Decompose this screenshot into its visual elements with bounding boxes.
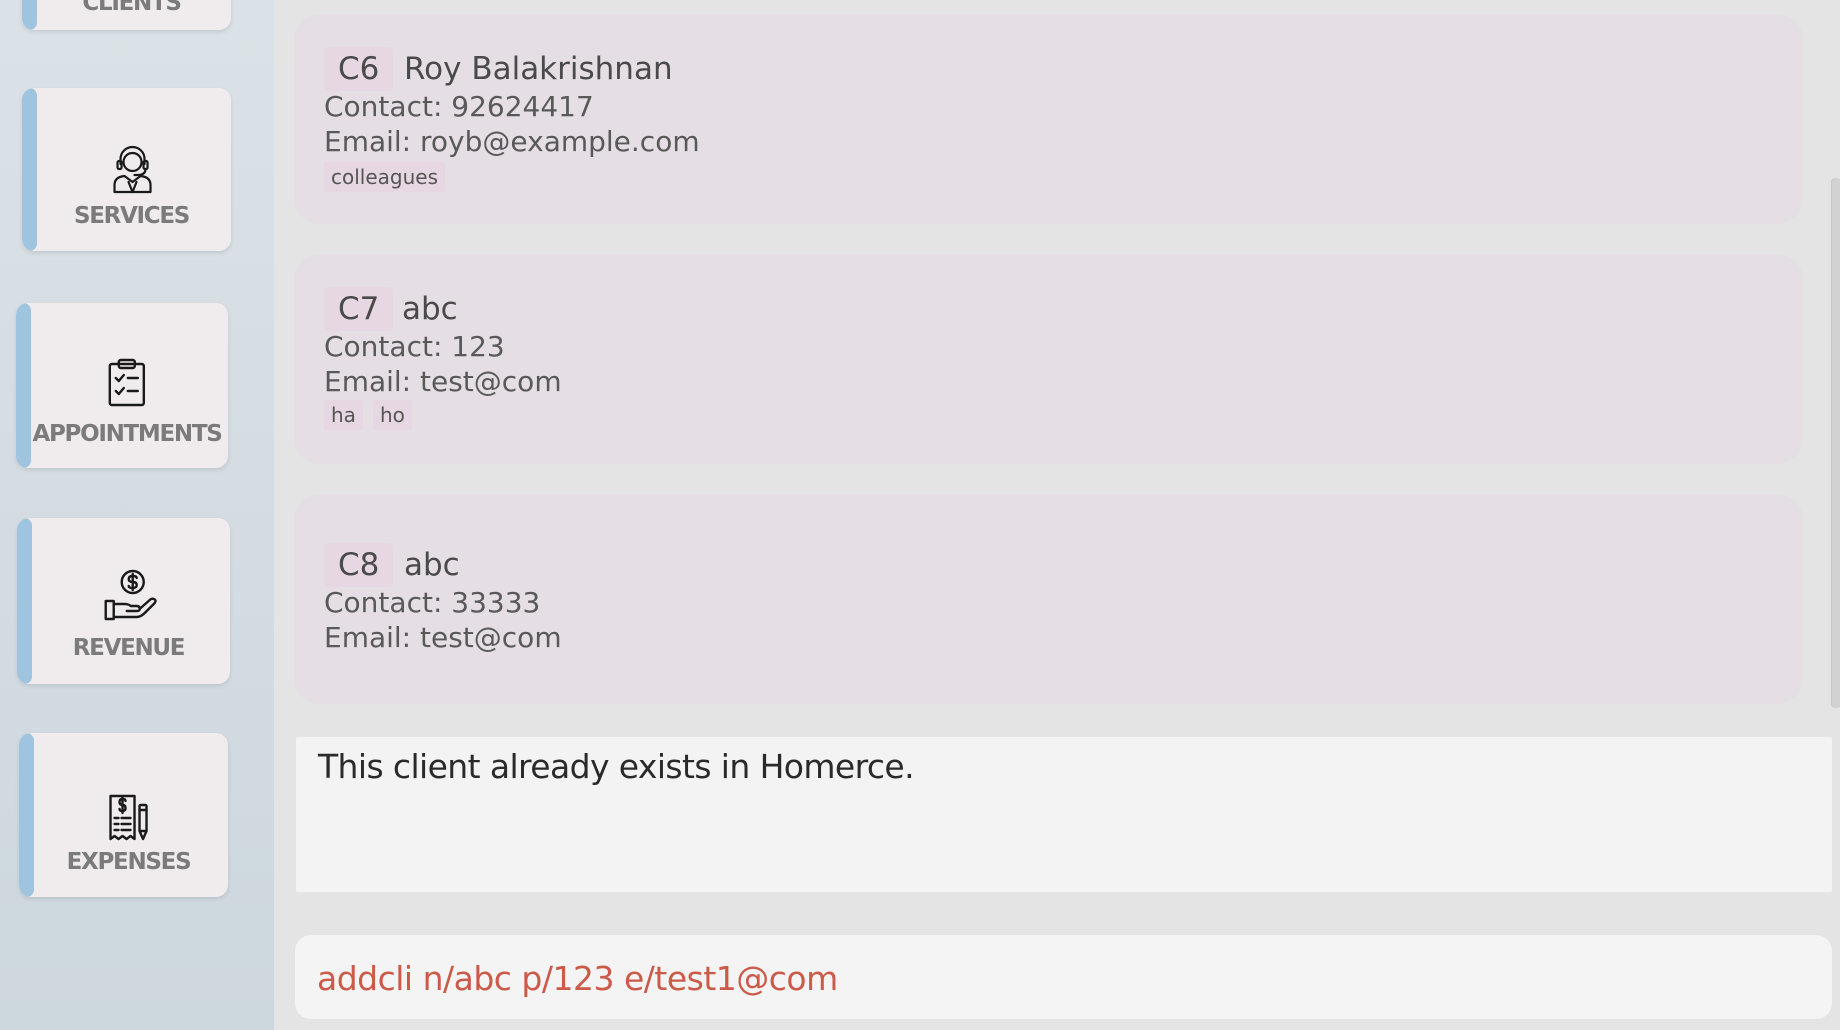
- client-tags: ha ho: [324, 400, 412, 430]
- client-id-badge: C6: [324, 47, 394, 91]
- customer-service-icon: [112, 145, 152, 194]
- tag-label: ha: [324, 400, 363, 430]
- sidebar-item-revenue[interactable]: REVENUE: [17, 518, 230, 684]
- client-name: abc: [402, 291, 458, 327]
- client-contact: Contact: 123: [324, 330, 505, 363]
- client-id-badge: C7: [324, 287, 394, 331]
- client-email: Email: test@com: [324, 621, 562, 654]
- client-card[interactable]: C6 Roy Balakrishnan Contact: 92624417 Em…: [294, 14, 1803, 224]
- client-card[interactable]: C8 abc Contact: 33333 Email: test@com: [294, 494, 1803, 704]
- sidebar-item-appointments[interactable]: APPOINTMENTS: [16, 303, 228, 468]
- tag-label: ho: [372, 400, 412, 430]
- client-contact: Contact: 92624417: [324, 90, 594, 123]
- client-card[interactable]: C7 abc Contact: 123 Email: test@com ha h…: [294, 254, 1803, 464]
- client-name: Roy Balakrishnan: [404, 51, 673, 87]
- result-display: This client already exists in Homerce.: [296, 737, 1832, 892]
- client-name: abc: [404, 547, 460, 583]
- sidebar-item-label: REVENUE: [72, 635, 186, 661]
- result-message: This client already exists in Homerce.: [318, 747, 915, 786]
- scrollbar-thumb[interactable]: [1831, 178, 1840, 708]
- sidebar-item-services[interactable]: SERVICES: [22, 88, 231, 251]
- command-box[interactable]: [295, 935, 1832, 1021]
- client-email: Email: royb@example.com: [324, 125, 700, 158]
- money-hand-icon: [104, 569, 157, 621]
- client-tags: colleagues: [324, 162, 446, 192]
- sidebar-item-expenses[interactable]: EXPENSES: [19, 733, 228, 897]
- client-contact: Contact: 33333: [324, 586, 541, 619]
- sidebar-item-label: EXPENSES: [66, 849, 192, 875]
- sidebar-item-clients[interactable]: CLIENTS: [22, 0, 231, 30]
- clipboard-checklist-icon: [108, 358, 146, 407]
- tag-label: colleagues: [324, 162, 446, 192]
- sidebar-item-label: SERVICES: [73, 203, 190, 229]
- sidebar-item-label: APPOINTMENTS: [32, 421, 222, 447]
- command-input[interactable]: [315, 935, 1819, 1021]
- sidebar: CLIENTS SERVICES APPOINTMENTS REVENUE EX…: [0, 0, 274, 1030]
- client-id-badge: C8: [324, 543, 394, 587]
- sidebar-item-label: CLIENTS: [82, 0, 182, 16]
- client-email: Email: test@com: [324, 365, 562, 398]
- expense-receipt-icon: [108, 794, 148, 841]
